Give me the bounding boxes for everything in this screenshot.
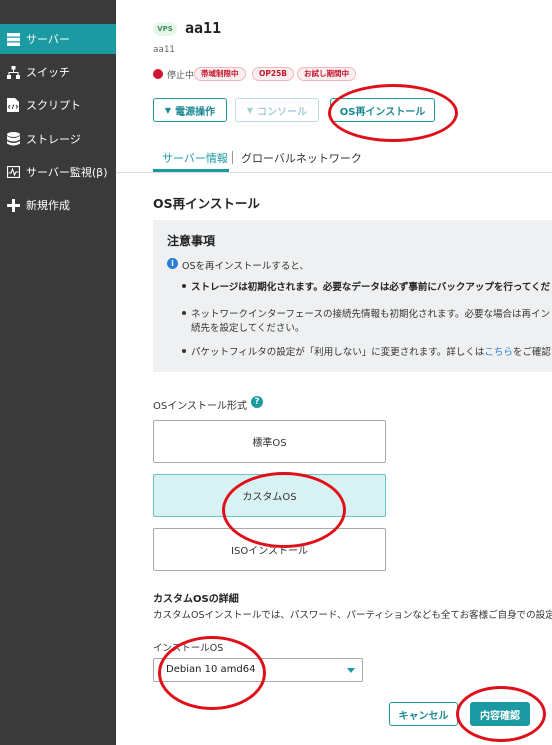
bullet [182, 349, 186, 353]
notice-bullet-filter-tail: をご確認 [512, 347, 551, 358]
notice-bullet-network-cont: 続先を設定してください。 [191, 323, 305, 334]
bullet [182, 284, 186, 288]
sidebar-item-label: 新規作成 [26, 199, 70, 212]
storage-icon [6, 132, 20, 146]
notice-intro: OSを再インストールすると、 [182, 261, 309, 272]
tab-divider [116, 172, 552, 173]
status-tag: 帯域制限中 [194, 67, 246, 81]
custom-os-detail-title: カスタムOSの詳細 [153, 594, 239, 605]
sidebar-item-create[interactable]: 新規作成 [0, 190, 116, 220]
tab-server-info[interactable]: サーバー情報 [162, 150, 228, 166]
sidebar: サーバー スイッチ スクリプト ストレージ サーバー監視(β) 新規作成 [0, 0, 116, 745]
caret-down-icon: ▼ [246, 105, 254, 115]
sidebar-item-label: ストレージ [26, 133, 81, 146]
custom-os-detail-text: カスタムOSインストールでは、パスワード、パーティションなども全てお客様ご自身で… [153, 610, 552, 621]
sidebar-item-label: スイッチ [26, 66, 70, 79]
sidebar-item-monitor[interactable]: サーバー監視(β) [0, 157, 116, 187]
notice-bullet-filter-text: パケットフィルタの設定が「利用しない」に変更されます。詳しくは [191, 347, 485, 358]
option-custom-os[interactable]: カスタムOS [153, 474, 386, 517]
install-os-select[interactable]: Debian 10 amd64 [153, 658, 363, 682]
install-os-value: Debian 10 amd64 [166, 664, 256, 675]
sidebar-item-server[interactable]: サーバー [0, 24, 116, 54]
plus-icon [6, 198, 20, 212]
power-button[interactable]: ▼ 電源操作 [153, 98, 227, 122]
status-tag: お試し期間中 [297, 67, 356, 81]
sidebar-item-storage[interactable]: ストレージ [0, 124, 116, 154]
sidebar-item-label: サーバー監視(β) [26, 166, 108, 179]
section-title: OS再インストール [153, 196, 260, 211]
status-text: 停止中 [167, 71, 195, 81]
status-dot [153, 69, 163, 79]
caret-down-icon: ▼ [164, 105, 172, 115]
server-subname: aa11 [153, 45, 175, 55]
confirm-button[interactable]: 内容確認 [470, 702, 530, 726]
switch-icon [6, 65, 20, 79]
chevron-down-icon [347, 668, 355, 673]
tab-global-network[interactable]: グローバルネットワーク [241, 150, 362, 166]
option-standard-os[interactable]: 標準OS [153, 420, 386, 463]
power-button-label: 電源操作 [175, 106, 216, 118]
notice-bullet-filter: パケットフィルタの設定が「利用しない」に変更されます。詳しくはこちらをご確認 [191, 344, 551, 358]
sidebar-item-label: サーバー [26, 33, 70, 46]
server-name: aa11 [185, 19, 222, 37]
install-type-label: OSインストール形式 [153, 401, 248, 412]
sidebar-item-script[interactable]: スクリプト [0, 90, 116, 120]
sidebar-item-label: スクリプト [26, 99, 81, 112]
notice-bullet-network: ネットワークインターフェースの接続先情報も初期化されます。必要な場合は再イン [191, 309, 551, 320]
script-icon [6, 98, 20, 112]
console-button[interactable]: ▼ コンソール [235, 98, 319, 122]
vps-badge: VPS [153, 22, 177, 36]
monitor-icon [6, 165, 20, 179]
bullet [182, 311, 186, 315]
help-icon[interactable]: ? [251, 396, 263, 408]
option-iso-install[interactable]: ISOインストール [153, 528, 386, 571]
sidebar-item-switch[interactable]: スイッチ [0, 57, 116, 87]
here-link[interactable]: こちら [484, 347, 513, 358]
notice-title: 注意事項 [167, 234, 216, 248]
info-icon: i [167, 258, 178, 269]
status-tag: OP25B [252, 67, 295, 81]
os-reinstall-button[interactable]: OS再インストール [330, 98, 435, 122]
console-button-label: コンソール [257, 106, 308, 118]
cancel-button[interactable]: キャンセル [389, 702, 458, 726]
os-reinstall-button-label: OS再インストール [339, 106, 426, 118]
server-icon [6, 32, 20, 46]
install-os-label: インストールOS [153, 643, 224, 654]
notice-bullet-storage: ストレージは初期化されます。必要なデータは必ず事前にバックアップを行ってくだ [191, 282, 551, 293]
tab-separator [232, 151, 233, 164]
